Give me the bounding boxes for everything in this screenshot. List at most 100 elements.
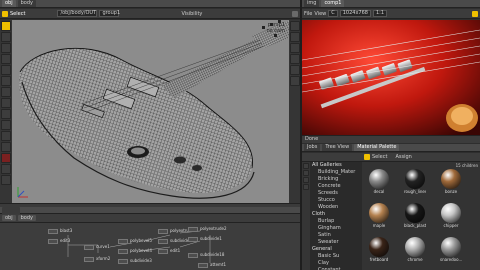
gallery-item[interactable]: Wooden — [310, 204, 362, 211]
gallery-item[interactable]: Burlap — [310, 218, 362, 225]
render-tool-icon[interactable] — [1, 109, 11, 119]
cam-label[interactable]: no cam — [266, 28, 285, 34]
shading-icon[interactable] — [289, 32, 300, 42]
palette-select[interactable]: Select — [372, 154, 387, 160]
view-tool-icon[interactable] — [1, 98, 11, 108]
gallery-item[interactable]: Gingham — [310, 225, 362, 232]
gear-icon[interactable] — [292, 10, 298, 17]
select-tool-icon[interactable] — [1, 21, 11, 31]
gallery-item[interactable]: Concrete — [310, 183, 362, 190]
close-icon[interactable] — [472, 10, 478, 17]
material-swatch[interactable]: decal — [368, 169, 390, 195]
gallery-item[interactable]: Building_Mater — [310, 169, 362, 176]
palette-assign[interactable]: Assign — [395, 154, 411, 160]
channel-field[interactable]: C — [328, 10, 338, 17]
gallery-item[interactable]: Basic Su — [310, 253, 362, 260]
palette-tool-icon[interactable] — [364, 154, 370, 160]
gallery-item[interactable]: All Galleries — [310, 162, 362, 169]
network-node-label: polybevel4 — [130, 248, 152, 253]
palette-toolbar: Select Assign — [302, 153, 480, 162]
zoom-field[interactable]: 1:1 — [372, 10, 388, 17]
network-node[interactable] — [198, 263, 208, 268]
normals-icon[interactable] — [289, 65, 300, 75]
ghost-tool-icon[interactable] — [1, 120, 11, 130]
palette-icon-a[interactable] — [303, 163, 309, 169]
gallery-item[interactable]: Cloth — [310, 211, 362, 218]
palette-icon-b[interactable] — [303, 170, 309, 176]
node-path-field[interactable]: /obj/body/OUT — [57, 10, 98, 17]
network-node[interactable] — [158, 249, 168, 254]
tab-body[interactable]: body — [17, 0, 36, 7]
network-node[interactable] — [188, 227, 198, 232]
gallery-item[interactable]: Screeds — [310, 190, 362, 197]
network-node[interactable] — [188, 253, 198, 258]
render-image[interactable] — [302, 20, 480, 135]
network-node[interactable] — [188, 237, 198, 242]
network-node[interactable] — [118, 249, 128, 254]
network-tab[interactable] — [2, 206, 20, 214]
arrow-select-icon[interactable] — [2, 10, 8, 17]
palette-icon-d[interactable] — [303, 184, 309, 190]
tab-obj[interactable]: obj — [2, 0, 16, 7]
material-ball-icon — [441, 203, 461, 223]
tab-jobs[interactable]: Jobs — [304, 144, 321, 151]
material-swatch[interactable]: black_plastic — [404, 203, 426, 229]
rotate-tool-icon[interactable] — [1, 43, 11, 53]
grid-icon[interactable] — [289, 76, 300, 86]
material-swatch[interactable]: fretboard — [368, 237, 390, 263]
material-swatch[interactable]: chrome — [404, 237, 426, 263]
network-node[interactable] — [84, 257, 94, 262]
pose-tool-icon[interactable] — [1, 76, 11, 86]
handle-tool-icon[interactable] — [1, 65, 11, 75]
tab-material-palette[interactable]: Material Palette — [354, 144, 400, 151]
material-swatch[interactable]: bonze — [440, 169, 462, 195]
snapshot-tool-icon[interactable] — [1, 164, 11, 174]
crumb-obj[interactable]: obj — [2, 215, 16, 221]
select-label[interactable]: Select — [10, 11, 25, 17]
material-swatch[interactable]: snaredoo... — [440, 237, 462, 263]
group-field[interactable]: group1 — [99, 10, 120, 17]
camera-tool-icon[interactable] — [1, 142, 11, 152]
visibility-label[interactable]: Visibility — [181, 11, 202, 17]
move-tool-icon[interactable] — [1, 32, 11, 42]
material-grid: 15 children decal rough_lines bonze maple bl… — [362, 162, 480, 270]
gallery-item[interactable]: Sweater — [310, 239, 362, 246]
gallery-item[interactable]: Stucco — [310, 197, 362, 204]
display-options-icon[interactable] — [289, 21, 300, 31]
3d-viewport[interactable]: persp1 no cam — [12, 20, 289, 203]
gallery-tree[interactable]: All Galleries Building_Mater Bricking Concr… — [310, 162, 362, 270]
gallery-item[interactable]: Bricking — [310, 176, 362, 183]
menu-file[interactable]: File — [304, 11, 312, 17]
gallery-item[interactable]: General — [310, 246, 362, 253]
snap-tool-icon[interactable] — [1, 87, 11, 97]
material-swatch[interactable]: maple — [368, 203, 390, 229]
scale-tool-icon[interactable] — [1, 54, 11, 64]
points-icon[interactable] — [289, 54, 300, 64]
tab-tree-view[interactable]: Tree View — [322, 144, 353, 151]
gallery-item[interactable]: Satin — [310, 232, 362, 239]
network-node[interactable] — [158, 229, 168, 234]
material-swatch[interactable]: chipper — [440, 203, 462, 229]
wireframe-icon[interactable] — [289, 43, 300, 53]
network-node[interactable] — [158, 239, 168, 244]
network-node[interactable] — [118, 259, 128, 264]
render-statusbar: Done — [302, 135, 480, 143]
flipbook-tool-icon[interactable] — [1, 175, 11, 185]
network-node[interactable] — [48, 229, 58, 234]
palette-icon-c[interactable] — [303, 177, 309, 183]
gallery-item[interactable]: Clay — [310, 260, 362, 267]
menu-view[interactable]: View — [314, 11, 326, 17]
material-swatch[interactable]: rough_lines — [404, 169, 426, 195]
light-tool-icon[interactable] — [1, 131, 11, 141]
rec-tool-icon[interactable] — [1, 153, 11, 163]
children-count: 15 children — [455, 163, 478, 168]
network-node[interactable] — [48, 239, 58, 244]
tab-img[interactable]: img — [304, 0, 320, 7]
dims-field[interactable]: 1024x768 — [339, 10, 371, 17]
network-editor[interactable]: blast3 edit3 curve1 xform2 polybevel5 polybev… — [0, 223, 300, 270]
tab-comp1[interactable]: comp1 — [321, 0, 345, 7]
render-status: Done — [305, 136, 319, 142]
network-node[interactable] — [118, 239, 128, 244]
network-node[interactable] — [84, 245, 94, 250]
crumb-body[interactable]: body — [17, 215, 36, 221]
